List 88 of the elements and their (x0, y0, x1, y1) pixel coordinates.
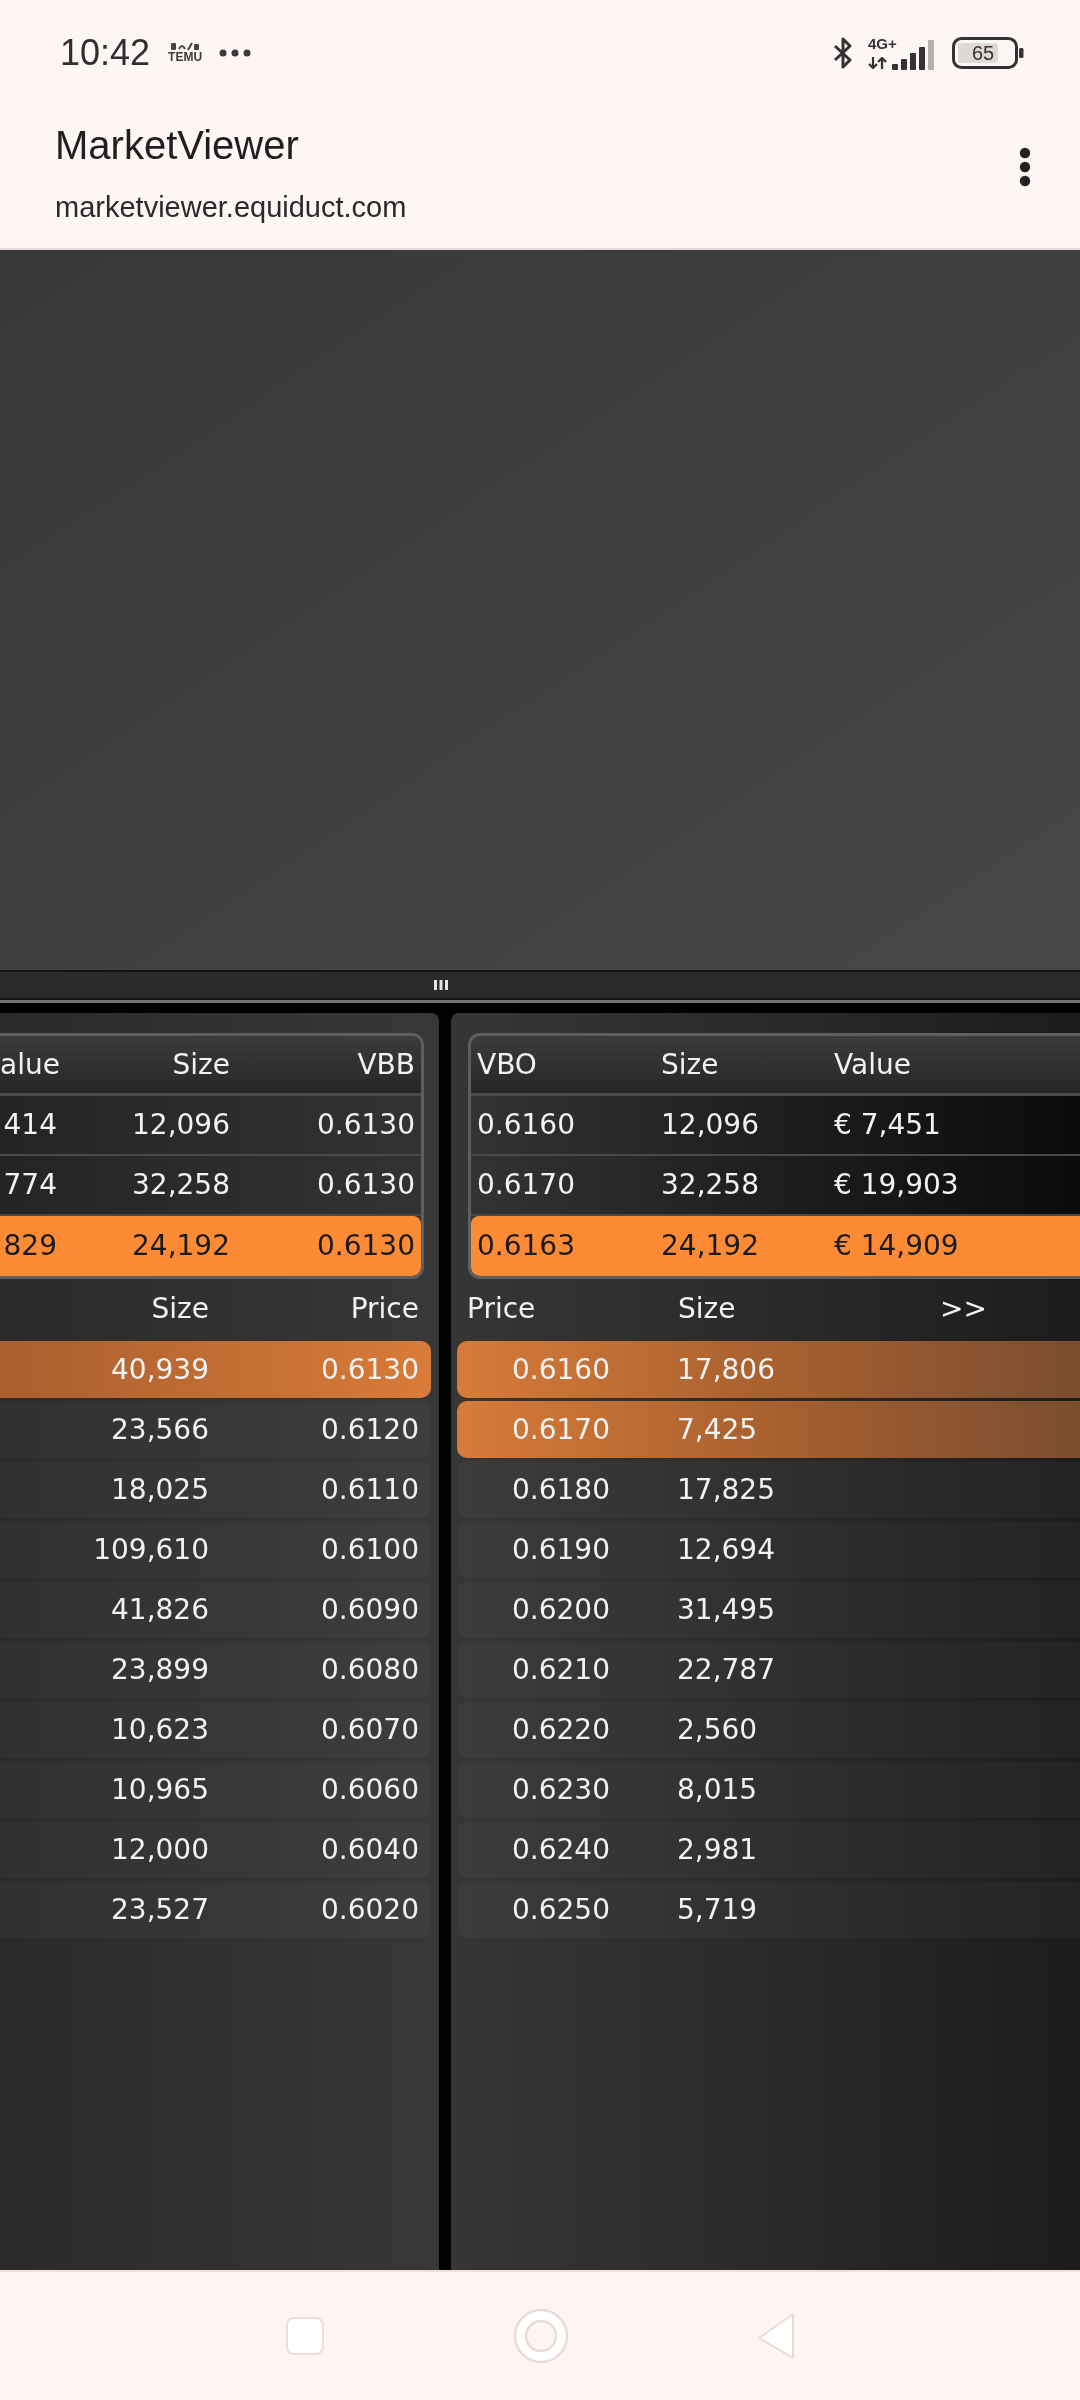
table-cell-text: 0.6210 (512, 1651, 611, 1688)
column-header: VBO (476, 1046, 538, 1083)
table-cell-text: 23,566 (110, 1411, 209, 1448)
table-cell-text: 0.6130 (316, 1167, 415, 1203)
table-cell-text: 0.6110 (320, 1471, 420, 1508)
table-cell-text: 23,899 (110, 1651, 209, 1688)
table-cell-text: 24,192 (131, 1228, 230, 1264)
table-cell-text: 0.6060 (320, 1771, 420, 1808)
column-header: alue (0, 1046, 57, 1083)
table-cell-text: 12,694 (677, 1531, 776, 1568)
table-cell-text: 0.6163 (476, 1228, 576, 1264)
table-cell-text: 12,096 (660, 1107, 760, 1143)
column-header: Size (678, 1291, 737, 1327)
table-cell-text: € 7,451 (833, 1107, 942, 1143)
table-cell-text: € 14,909 (833, 1228, 960, 1264)
table-cell-text: 23,527 (110, 1891, 209, 1928)
column-header: Size (660, 1046, 720, 1083)
table-cell-text: 12,000 (110, 1831, 209, 1868)
recents-button[interactable] (284, 2315, 326, 2357)
column-header: Price (349, 1291, 420, 1327)
table-cell-text: 41,826 (110, 1591, 209, 1628)
table-cell-text: 0.6080 (320, 1651, 420, 1688)
expand-button[interactable]: >> (940, 1292, 987, 1326)
column-header: Value (833, 1046, 912, 1083)
triangle-icon (756, 2312, 796, 2360)
table-cell-text: € 19,903 (833, 1167, 960, 1203)
app-logo-icon (170, 41, 201, 51)
grip-icon (434, 980, 448, 990)
table-cell-text: 0.6130 (316, 1228, 415, 1264)
table-cell-text: 0.6040 (320, 1831, 420, 1868)
table-cell-text: 0.6230 (512, 1771, 611, 1808)
table-cell-text: 0.6180 (512, 1471, 611, 1508)
table-cell-text: 8,015 (677, 1771, 759, 1808)
table-cell-text: 0.6240 (512, 1831, 611, 1868)
home-button[interactable] (513, 2308, 569, 2364)
menu-icon (1019, 147, 1031, 187)
circle-icon (513, 2308, 569, 2364)
table-cell-text: 40,939 (110, 1351, 209, 1388)
table-cell-text: 2,560 (677, 1711, 759, 1748)
table-cell-text: 0.6070 (320, 1711, 420, 1748)
battery-percentage: 65 (972, 41, 995, 64)
table-cell-text: 0.6170 (512, 1411, 611, 1448)
data-arrows-icon (868, 56, 888, 69)
table-cell-text: 17,806 (677, 1351, 776, 1388)
table-cell-text: 109,610 (92, 1531, 209, 1568)
column-header: Size (171, 1046, 230, 1083)
table-cell-text: 17,825 (677, 1471, 776, 1508)
back-button[interactable] (755, 2311, 797, 2361)
column-header: VBB (356, 1046, 415, 1083)
table-cell-text: 5,719 (677, 1891, 759, 1928)
table-cell-text: 12,096 (131, 1107, 230, 1143)
table-cell-text: 0.6170 (476, 1167, 576, 1203)
status-time: 10:42 (60, 34, 151, 71)
battery-icon (952, 36, 1024, 69)
table-cell-text: 0.6250 (512, 1891, 611, 1928)
square-icon (285, 2316, 325, 2356)
network-type: 4G+ (868, 35, 897, 51)
column-header: Price (467, 1291, 537, 1327)
table-cell-text: 2,981 (677, 1831, 759, 1868)
table-cell-text: 0.6130 (316, 1107, 415, 1143)
table-cell-text: 0.6200 (512, 1591, 611, 1628)
table-cell-text: 0.6120 (320, 1411, 420, 1448)
table-cell-text: 0.6130 (320, 1351, 420, 1388)
table-cell-text: 774 (2, 1167, 57, 1203)
table-cell-text: 22,787 (677, 1651, 776, 1688)
table-cell-text: 414 (2, 1107, 57, 1143)
table-cell-text: 24,192 (660, 1228, 760, 1264)
table-cell-text: 0.6220 (512, 1711, 611, 1748)
table-cell-text: 32,258 (131, 1167, 230, 1203)
table-cell-text: 18,025 (110, 1471, 209, 1508)
page-url: marketviewer.equiduct.com (55, 190, 407, 224)
table-cell-text: 0.6190 (512, 1531, 611, 1568)
table-cell-text: 32,258 (660, 1167, 760, 1203)
splitter-bar[interactable] (0, 970, 1080, 1000)
app-notification-label: TEMU (168, 50, 203, 64)
table-cell-text: 10,623 (110, 1711, 209, 1748)
table-cell-text: 0.6100 (320, 1531, 420, 1568)
table-cell-text: 31,495 (677, 1591, 776, 1628)
column-header: Size (150, 1291, 209, 1327)
more-icon (219, 48, 252, 57)
table-cell-text: 0.6160 (476, 1107, 576, 1143)
table-cell-text: 10,965 (110, 1771, 209, 1808)
table-cell-text: 0.6020 (320, 1891, 420, 1928)
table-cell-text: 0.6160 (512, 1351, 611, 1388)
page-title: MarketViewer (55, 122, 300, 169)
table-cell-text: 0.6090 (320, 1591, 420, 1628)
table-cell-text: 7,425 (677, 1411, 759, 1448)
table-cell-text: 829 (2, 1228, 57, 1264)
